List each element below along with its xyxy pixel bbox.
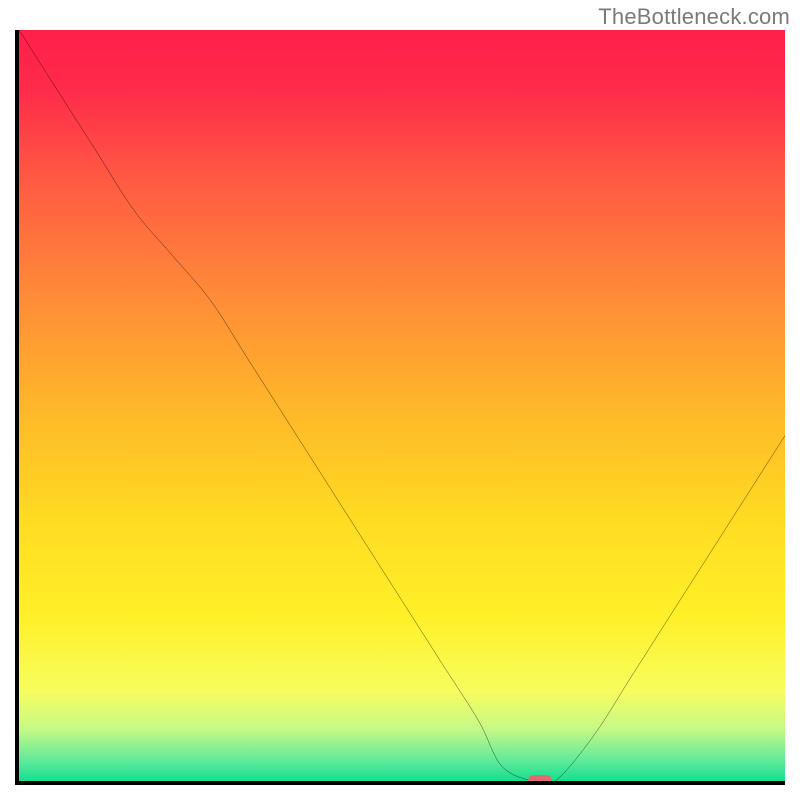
optimal-point-marker xyxy=(528,775,552,785)
plot-area xyxy=(15,30,785,785)
gradient-background xyxy=(19,30,785,781)
chart-container: TheBottleneck.com xyxy=(0,0,800,800)
attribution-text: TheBottleneck.com xyxy=(598,4,790,30)
